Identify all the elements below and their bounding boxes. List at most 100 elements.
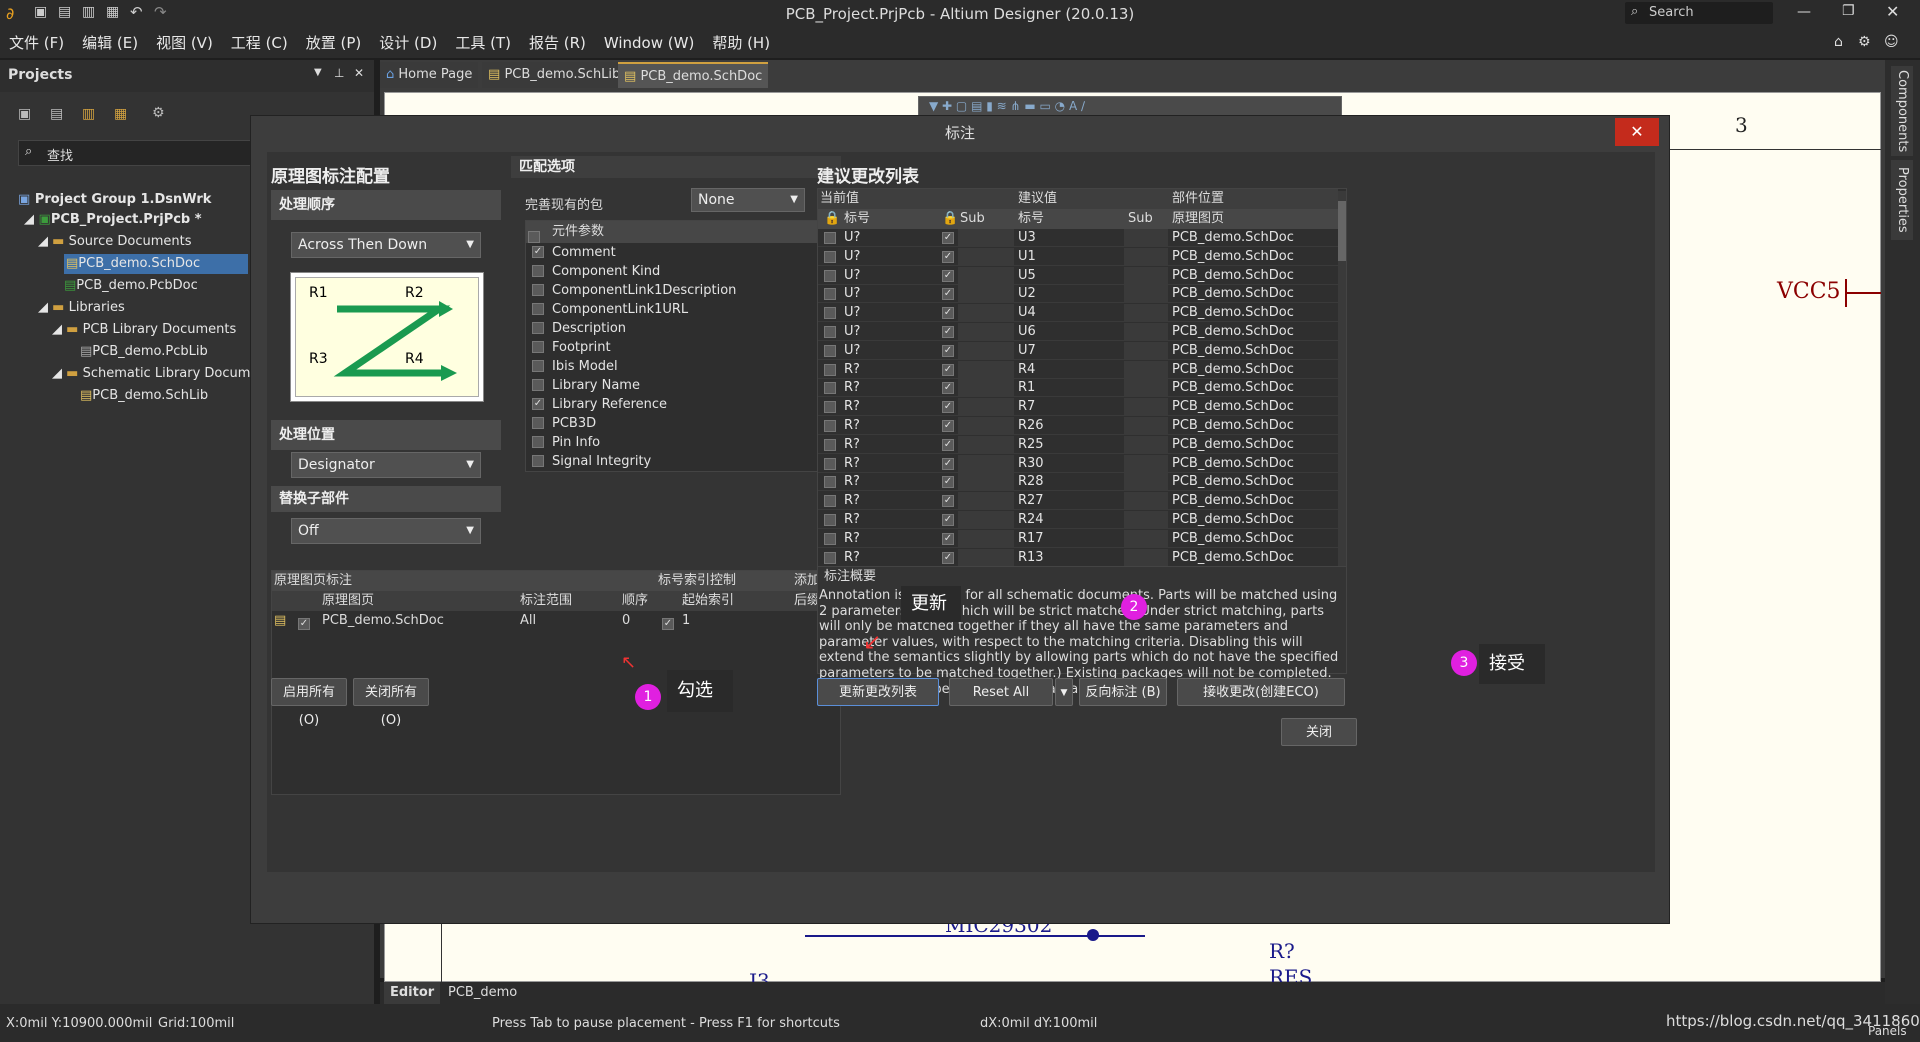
undo-icon[interactable]: ↶ bbox=[130, 3, 143, 21]
start-index-value[interactable]: 1 bbox=[682, 611, 690, 631]
menu-design[interactable]: 设计 (D) bbox=[370, 28, 446, 58]
change-row[interactable]: R? ✓ R13 PCB_demo.SchDoc bbox=[818, 548, 1338, 567]
current-lock-checkbox[interactable] bbox=[824, 401, 836, 414]
enable-all-button[interactable]: 启用所有 (O) bbox=[271, 678, 347, 728]
home-icon[interactable]: ⌂ bbox=[1834, 34, 1843, 50]
save-icon[interactable]: ▣ bbox=[34, 4, 47, 20]
restore-icon[interactable]: ❐ bbox=[1842, 3, 1855, 19]
col-start[interactable]: 起始索引 bbox=[682, 591, 734, 611]
menu-tools[interactable]: 工具 (T) bbox=[446, 28, 520, 58]
tab-home-page[interactable]: ⌂ Home Page bbox=[380, 62, 479, 88]
current-lock-checkbox[interactable] bbox=[824, 476, 836, 489]
tree-libraries[interactable]: ◢ ▬ Libraries bbox=[38, 298, 125, 318]
proposed-lock-checkbox[interactable]: ✓ bbox=[942, 420, 954, 432]
param-checkbox[interactable] bbox=[532, 341, 544, 353]
change-row[interactable]: R? ✓ R4 PCB_demo.SchDoc bbox=[818, 360, 1338, 379]
folder-icon[interactable]: ▦ bbox=[106, 4, 119, 20]
open-folder-icon[interactable]: ▥ bbox=[82, 106, 95, 122]
change-row[interactable]: U? ✓ U5 PCB_demo.SchDoc bbox=[818, 266, 1338, 285]
sheet-enable-checkbox[interactable]: ✓ bbox=[298, 614, 310, 634]
change-row[interactable]: R? ✓ R27 PCB_demo.SchDoc bbox=[818, 492, 1338, 511]
change-row[interactable]: R? ✓ R30 PCB_demo.SchDoc bbox=[818, 454, 1338, 473]
tab-pcb-demo[interactable]: PCB_demo bbox=[442, 982, 523, 1004]
tab-editor[interactable]: Editor bbox=[384, 982, 441, 1004]
menu-window[interactable]: Window (W) bbox=[595, 28, 703, 58]
col-order[interactable]: 顺序 bbox=[622, 591, 648, 611]
tree-schlib[interactable]: ▤PCB_demo.SchLib bbox=[80, 386, 208, 406]
chevron-down-icon[interactable]: ▼ bbox=[314, 67, 322, 78]
param-checkbox[interactable]: ✓ bbox=[532, 246, 544, 258]
col-sheet[interactable]: 原理图页 bbox=[1172, 209, 1224, 229]
current-lock-checkbox[interactable] bbox=[824, 551, 836, 564]
menu-view[interactable]: 视图 (V) bbox=[147, 28, 222, 58]
current-lock-checkbox[interactable] bbox=[824, 269, 836, 282]
save-all-icon[interactable]: ▤ bbox=[58, 4, 71, 20]
col-scope[interactable]: 标注范围 bbox=[520, 591, 572, 611]
tree-schdoc[interactable]: ▤PCB_demo.SchDoc bbox=[64, 254, 248, 274]
options-icon[interactable]: ⚙ bbox=[152, 105, 165, 121]
param-checkbox[interactable] bbox=[532, 379, 544, 391]
current-lock-checkbox[interactable] bbox=[824, 232, 836, 244]
param-checkbox[interactable]: ✓ bbox=[532, 398, 544, 410]
reset-dropdown-icon[interactable]: ▼ bbox=[1055, 678, 1073, 706]
close-window-icon[interactable]: ✕ bbox=[1886, 2, 1899, 21]
current-lock-checkbox[interactable] bbox=[824, 363, 836, 376]
param-col-header[interactable]: 元件参数 bbox=[552, 221, 604, 243]
col-designator[interactable]: 标号 bbox=[844, 209, 870, 229]
change-row[interactable]: U? ✓ U6 PCB_demo.SchDoc bbox=[818, 323, 1338, 341]
tree-source-documents[interactable]: ◢ ▬ Source Documents bbox=[38, 232, 191, 252]
menu-file[interactable]: 文件 (F) bbox=[0, 28, 73, 58]
change-row[interactable]: R? ✓ R7 PCB_demo.SchDoc bbox=[818, 398, 1338, 417]
disable-all-button[interactable]: 关闭所有 (O) bbox=[353, 678, 429, 728]
col-designator-proposed[interactable]: 标号 bbox=[1018, 209, 1044, 229]
global-search[interactable]: ⌕ Search bbox=[1625, 2, 1773, 24]
close-icon[interactable]: ✕ bbox=[354, 66, 364, 80]
proposed-lock-checkbox[interactable]: ✓ bbox=[942, 457, 954, 470]
user-icon[interactable]: ☺ bbox=[1884, 34, 1899, 50]
reset-all-button[interactable]: Reset All bbox=[949, 678, 1053, 706]
save-project-icon[interactable]: ▣ bbox=[18, 106, 31, 122]
proposed-lock-checkbox[interactable]: ✓ bbox=[942, 344, 954, 357]
accept-changes-button[interactable]: 接收更改(创建ECO) bbox=[1177, 678, 1345, 706]
param-checkbox[interactable] bbox=[532, 436, 544, 448]
col-sub-proposed[interactable]: Sub bbox=[1128, 209, 1153, 229]
proposed-lock-checkbox[interactable]: ✓ bbox=[942, 551, 954, 564]
change-row[interactable]: R? ✓ R28 PCB_demo.SchDoc bbox=[818, 473, 1338, 492]
location-dropdown[interactable]: Designator ▼ bbox=[291, 452, 481, 478]
proposed-lock-checkbox[interactable]: ✓ bbox=[942, 288, 954, 301]
change-row[interactable]: U? ✓ U7 PCB_demo.SchDoc bbox=[818, 341, 1338, 360]
proposed-lock-checkbox[interactable]: ✓ bbox=[942, 326, 954, 338]
menu-place[interactable]: 放置 (P) bbox=[297, 28, 371, 58]
tab-schlib[interactable]: ▤ PCB_demo.SchLib bbox=[482, 62, 627, 88]
active-bar[interactable]: ▼ ✚ ▢ ▤ ▮ ≋ ⋔ ▬ ▭ ◔ A ∕ bbox=[918, 96, 1342, 116]
current-lock-checkbox[interactable] bbox=[824, 532, 836, 545]
start-index-checkbox[interactable]: ✓ bbox=[662, 614, 674, 634]
tab-schdoc[interactable]: ▤ PCB_demo.SchDoc bbox=[618, 62, 769, 88]
current-lock-checkbox[interactable] bbox=[824, 514, 836, 526]
current-lock-checkbox[interactable] bbox=[824, 438, 836, 451]
tree-pcbdoc[interactable]: ▤PCB_demo.PcbDoc bbox=[64, 276, 198, 296]
minimize-icon[interactable]: — bbox=[1797, 4, 1811, 20]
change-row[interactable]: R? ✓ R1 PCB_demo.SchDoc bbox=[818, 379, 1338, 398]
param-checkbox[interactable] bbox=[532, 284, 544, 296]
param-checkbox[interactable] bbox=[532, 360, 544, 372]
components-panel-tab[interactable]: Components bbox=[1891, 66, 1913, 156]
menu-reports[interactable]: 报告 (R) bbox=[520, 28, 595, 58]
change-row[interactable]: R? ✓ R17 PCB_demo.SchDoc bbox=[818, 529, 1338, 548]
replace-dropdown[interactable]: Off ▼ bbox=[291, 518, 481, 544]
pin-icon[interactable]: ⊥ bbox=[334, 66, 344, 80]
current-lock-checkbox[interactable] bbox=[824, 382, 836, 395]
change-row[interactable]: U? ✓ U2 PCB_demo.SchDoc bbox=[818, 285, 1338, 304]
dialog-close-icon[interactable]: ✕ bbox=[1615, 118, 1659, 146]
current-lock-checkbox[interactable] bbox=[824, 344, 836, 357]
gear-icon[interactable]: ⚙ bbox=[1858, 34, 1871, 50]
proposed-lock-checkbox[interactable]: ✓ bbox=[942, 532, 954, 545]
param-checkbox[interactable] bbox=[532, 322, 544, 334]
open-icon[interactable]: ▥ bbox=[82, 4, 95, 20]
proposed-lock-checkbox[interactable]: ✓ bbox=[942, 363, 954, 376]
proposed-lock-checkbox[interactable]: ✓ bbox=[942, 232, 954, 244]
proposed-lock-checkbox[interactable]: ✓ bbox=[942, 401, 954, 414]
menu-project[interactable]: 工程 (C) bbox=[222, 28, 297, 58]
col-sub[interactable]: Sub bbox=[960, 209, 985, 229]
param-checkbox[interactable] bbox=[532, 455, 544, 467]
